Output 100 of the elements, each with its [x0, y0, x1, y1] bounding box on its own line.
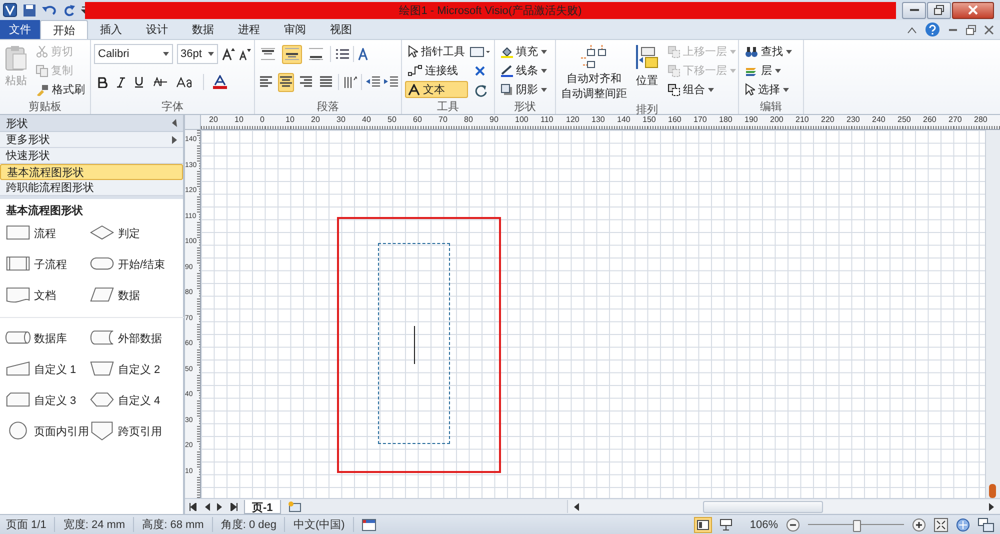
vertical-scrollbar[interactable] — [985, 130, 1000, 498]
undo-icon[interactable] — [42, 4, 56, 16]
stencil-shape[interactable]: 数据库 — [5, 327, 89, 349]
stencil-item[interactable]: 跨职能流程图形状 — [0, 180, 183, 196]
close-icon[interactable] — [984, 24, 994, 34]
scroll-right-icon[interactable] — [989, 502, 994, 510]
scroll-left-icon[interactable] — [574, 502, 579, 510]
zoom-in-icon[interactable] — [912, 518, 926, 532]
bullet-list-icon[interactable] — [335, 48, 349, 60]
stencil-shape[interactable]: 跨页引用 — [89, 420, 179, 442]
connector-tool-button[interactable]: 连接线 — [405, 62, 468, 79]
layer-button[interactable]: 层 — [742, 62, 795, 79]
vertical-align-button[interactable] — [282, 44, 302, 64]
previous-page-icon[interactable] — [204, 502, 210, 510]
stencil-shape[interactable]: 自定义 3 — [5, 389, 89, 411]
pan-zoom-icon[interactable] — [956, 518, 970, 532]
ruler-label: 50 — [388, 115, 396, 124]
ribbon-tab[interactable]: 插入 — [88, 20, 134, 39]
stencil-item[interactable]: 基本流程图形状 — [0, 164, 183, 180]
fill-button[interactable]: 填充 — [498, 43, 550, 60]
stencil-shape[interactable]: 数据 — [89, 284, 179, 306]
switch-windows-icon[interactable] — [978, 518, 994, 532]
window-icon[interactable] — [362, 518, 376, 530]
format-painter-button[interactable]: 格式刷 — [33, 81, 88, 98]
stencil-shape[interactable]: 页面内引用 — [5, 420, 89, 442]
shrink-font-icon[interactable] — [239, 48, 251, 60]
shadow-button[interactable]: 阴影 — [498, 81, 550, 98]
rectangle-tool-icon[interactable] — [470, 46, 490, 58]
stencil-shape[interactable]: 开始/结束 — [89, 253, 179, 275]
visio-logo-icon — [3, 3, 17, 17]
font-size-field[interactable]: 36pt — [176, 44, 218, 64]
save-icon[interactable] — [23, 4, 36, 16]
first-page-icon[interactable] — [189, 502, 197, 510]
select-button[interactable]: 选择 — [742, 81, 795, 98]
pointer-tool-button[interactable]: 指针工具 — [405, 43, 468, 60]
pointer-icon — [745, 83, 755, 96]
delete-icon[interactable] — [475, 66, 485, 76]
ruler-label: 30 — [336, 115, 346, 124]
stencil-shape[interactable]: 自定义 1 — [5, 358, 89, 380]
find-button[interactable]: 查找 — [742, 43, 795, 60]
text-direction-icon[interactable] — [343, 76, 358, 88]
text-tool-button[interactable]: 文本 — [405, 81, 468, 98]
horizontal-scrollbar[interactable] — [567, 500, 1000, 513]
ribbon-tab[interactable]: 进程 — [226, 20, 272, 39]
font-family-field[interactable]: Calibri — [94, 44, 173, 64]
last-page-icon[interactable] — [230, 502, 238, 510]
strikethrough-icon[interactable] — [153, 77, 167, 87]
paint-bucket-icon — [501, 46, 513, 58]
insert-page-icon[interactable] — [286, 500, 303, 512]
stencil-shape[interactable]: 自定义 4 — [89, 389, 179, 411]
stencil-shape[interactable]: 判定 — [89, 222, 179, 244]
font-color-icon[interactable] — [213, 75, 227, 89]
ruler-label: 180 — [719, 115, 732, 124]
normal-view-button[interactable] — [694, 516, 712, 532]
redo-icon[interactable] — [62, 4, 75, 16]
increase-indent-icon[interactable] — [384, 76, 398, 88]
bold-icon[interactable] — [98, 76, 108, 88]
stencil-shape[interactable]: 文档 — [5, 284, 89, 306]
collapse-pane-icon[interactable] — [171, 119, 177, 127]
restore-button[interactable] — [927, 2, 951, 18]
grow-font-icon[interactable] — [222, 48, 235, 60]
change-case-icon[interactable] — [176, 76, 194, 88]
dropdown-caret-icon — [730, 68, 736, 72]
group-button[interactable]: 组合 — [665, 81, 739, 98]
underline-icon[interactable] — [134, 76, 144, 88]
next-page-icon[interactable] — [217, 502, 223, 510]
minimize-button[interactable] — [902, 2, 926, 18]
collapse-ribbon-icon[interactable] — [907, 26, 917, 34]
align-button[interactable] — [278, 72, 294, 92]
rotate-icon[interactable] — [474, 84, 486, 97]
stencil-shape[interactable]: 流程 — [5, 222, 89, 244]
ruler-label: 60 — [413, 115, 422, 124]
clipboard-icon — [5, 45, 27, 71]
restore-icon[interactable] — [966, 24, 976, 34]
close-button[interactable] — [952, 2, 994, 18]
fit-page-icon[interactable] — [934, 518, 948, 532]
minimize-icon — [910, 8, 918, 12]
zoom-out-icon[interactable] — [786, 518, 800, 532]
auto-align-button[interactable]: 自动对齐和 自动调整间距 — [559, 43, 629, 103]
file-tab[interactable]: 文件 — [0, 20, 40, 39]
status-text: 角度: 0 deg — [220, 517, 286, 532]
ribbon-tab[interactable]: 开始 — [40, 20, 88, 39]
help-icon[interactable] — [925, 22, 940, 37]
stencil-shape[interactable]: 子流程 — [5, 253, 89, 275]
decrease-indent-icon[interactable] — [366, 76, 380, 88]
stencil-shape[interactable]: 外部数据 — [89, 327, 179, 349]
page-tab[interactable]: 页-1 — [244, 500, 281, 514]
dropdown-caret-icon — [783, 88, 789, 92]
line-button[interactable]: 线条 — [498, 62, 550, 79]
stencil-item[interactable]: 快速形状 — [0, 148, 183, 164]
italic-icon[interactable] — [117, 76, 125, 88]
position-button[interactable]: 位置 — [633, 43, 661, 103]
stencil-shape[interactable]: 自定义 2 — [89, 358, 179, 380]
ribbon-tab[interactable]: 数据 — [180, 20, 226, 39]
more-shapes-menu[interactable]: 更多形状 — [0, 132, 183, 148]
ribbon-tab[interactable]: 视图 — [318, 20, 364, 39]
presentation-view-icon[interactable] — [720, 518, 732, 530]
ribbon-tab[interactable]: 设计 — [134, 20, 180, 39]
zoom-slider[interactable] — [808, 518, 904, 532]
ribbon-tab[interactable]: 审阅 — [272, 20, 318, 39]
